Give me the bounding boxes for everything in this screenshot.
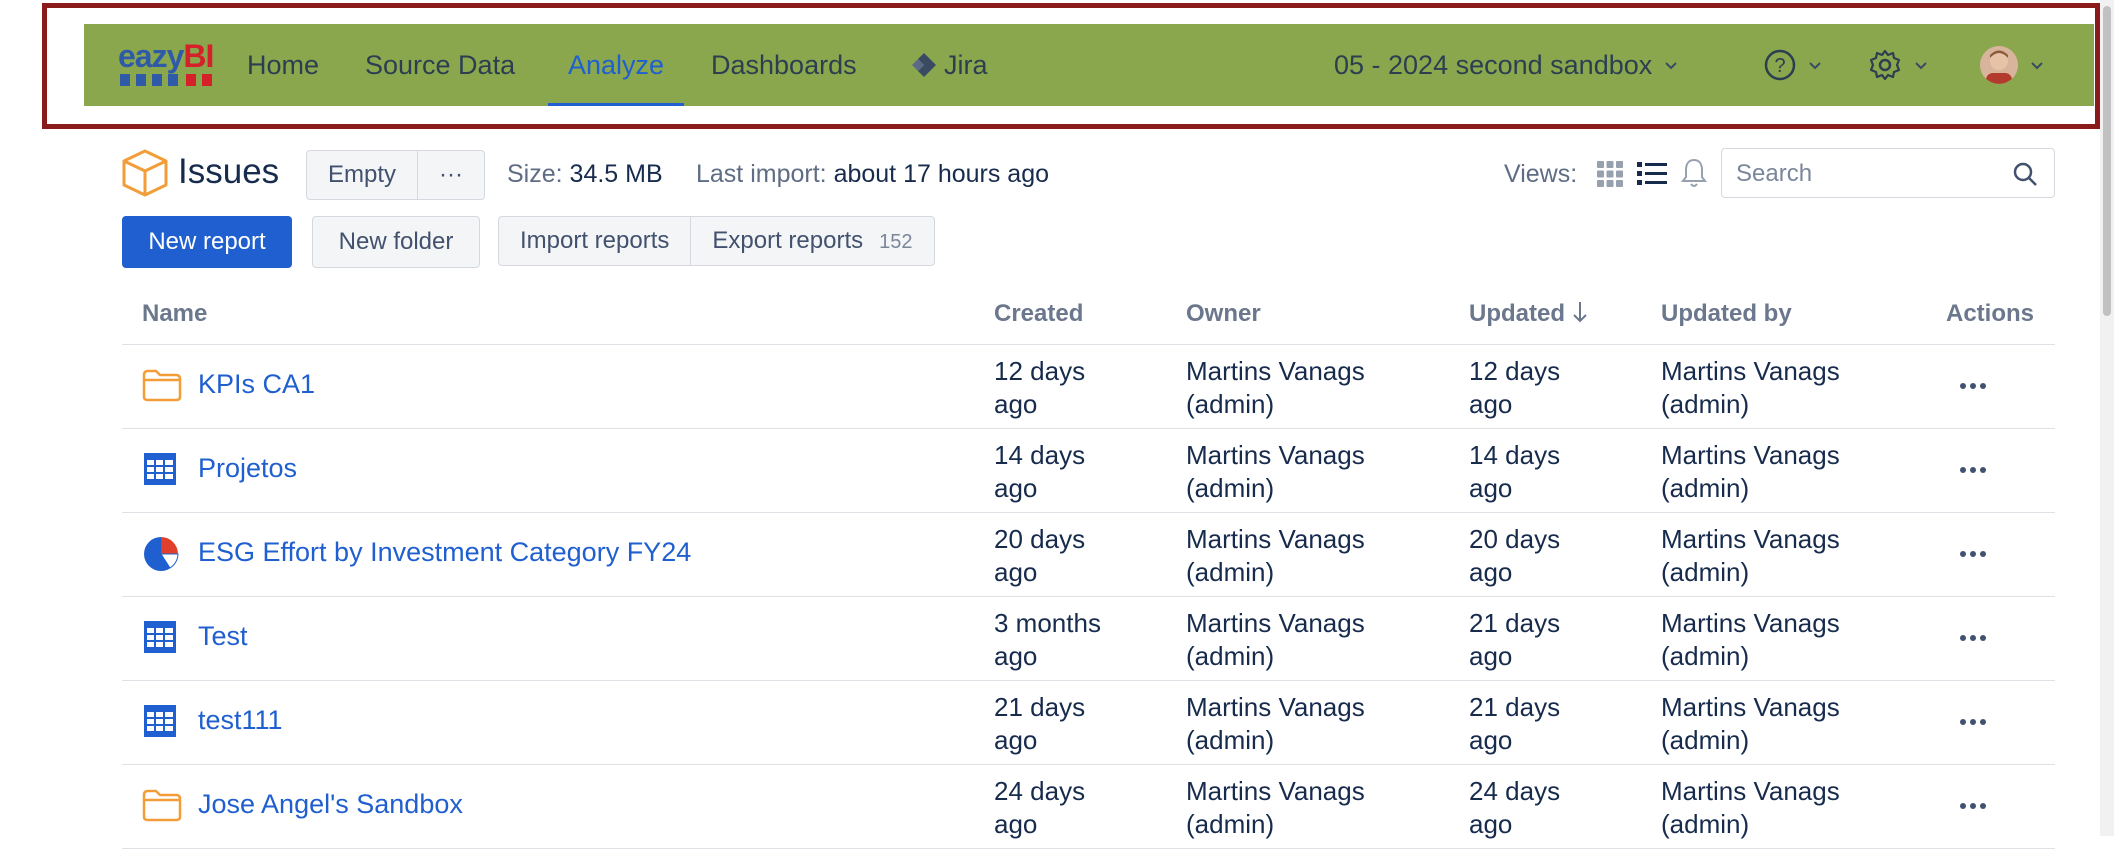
last-import-label: Last import: xyxy=(696,160,827,188)
size-label: Size: xyxy=(507,160,563,188)
owner-cell: Martins Vanags (admin) xyxy=(1186,608,1365,671)
table-report-icon xyxy=(144,621,176,653)
cube-size: Size: 34.5 MB xyxy=(507,160,663,189)
report-name-link[interactable]: Test xyxy=(198,621,248,652)
table-report-icon xyxy=(144,453,176,485)
ellipsis-icon xyxy=(1960,551,1986,557)
created-cell: 3 months ago xyxy=(994,608,1101,671)
updated-cell: 20 days ago xyxy=(1469,524,1561,587)
folder-icon xyxy=(142,369,182,402)
ellipsis-icon xyxy=(1960,467,1986,473)
row-actions-button[interactable] xyxy=(1960,621,1986,649)
updated-by-cell: Martins Vanags (admin) xyxy=(1661,440,1840,503)
row-actions-button[interactable] xyxy=(1960,453,1986,481)
column-header-owner[interactable]: Owner xyxy=(1186,300,1261,328)
report-name-link[interactable]: ESG Effort by Investment Category FY24 xyxy=(198,537,691,568)
ellipsis-icon xyxy=(1960,719,1986,725)
last-import-value: about 17 hours ago xyxy=(833,160,1050,188)
pie-chart-icon xyxy=(144,537,179,571)
search-box xyxy=(1721,148,2055,198)
table-report-icon xyxy=(144,705,176,737)
report-name-link[interactable]: Projetos xyxy=(198,453,297,484)
new-report-button[interactable]: New report xyxy=(122,216,292,268)
table-row: Projetos 14 days ago Martins Vanags (admin… xyxy=(122,429,2055,513)
created-cell: 20 days ago xyxy=(994,524,1086,587)
export-reports-button[interactable]: Export reports 152 xyxy=(690,217,933,265)
last-import: Last import: about 17 hours ago xyxy=(696,160,1049,189)
updated-cell: 21 days ago xyxy=(1469,608,1561,671)
page-title: Issues xyxy=(178,152,280,191)
more-options-button[interactable]: ··· xyxy=(417,151,484,199)
updated-by-cell: Martins Vanags (admin) xyxy=(1661,692,1840,755)
updated-label: Updated xyxy=(1469,300,1565,327)
updated-cell: 21 days ago xyxy=(1469,692,1561,755)
owner-cell: Martins Vanags (admin) xyxy=(1186,776,1365,839)
table-row: ESG Effort by Investment Category FY24 2… xyxy=(122,513,2055,597)
grid-view-icon[interactable] xyxy=(1596,160,1624,188)
updated-by-cell: Martins Vanags (admin) xyxy=(1661,524,1840,587)
table-header: Name Created Owner Updated Updated by Ac… xyxy=(122,292,2055,345)
updated-by-cell: Martins Vanags (admin) xyxy=(1661,608,1840,671)
row-actions-button[interactable] xyxy=(1960,705,1986,733)
search-icon[interactable] xyxy=(2012,161,2038,187)
cube-icon xyxy=(122,149,168,197)
import-export-group: Import reports Export reports 152 xyxy=(498,216,935,266)
bell-icon[interactable] xyxy=(1680,157,1708,189)
cube-state-group: Empty ··· xyxy=(306,150,485,200)
row-actions-button[interactable] xyxy=(1960,789,1986,817)
export-reports-label: Export reports xyxy=(712,227,864,254)
report-name-link[interactable]: test111 xyxy=(198,705,283,736)
table-row: KPIs CA1 12 days ago Martins Vanags (admin… xyxy=(122,345,2055,429)
report-name-link[interactable]: KPIs CA1 xyxy=(198,369,315,400)
updated-cell: 14 days ago xyxy=(1469,440,1561,503)
ellipsis-icon xyxy=(1960,383,1986,389)
ellipsis-icon xyxy=(1960,635,1986,641)
table-row: Jose Angel's Sandbox 24 days ago Martins … xyxy=(122,765,2055,849)
list-view-icon[interactable] xyxy=(1637,160,1667,188)
import-reports-button[interactable]: Import reports xyxy=(499,217,690,265)
table-row: test111 21 days ago Martins Vanags (admin)… xyxy=(122,681,2055,765)
table-row: Test 3 months ago Martins Vanags (admin) 2… xyxy=(122,597,2055,681)
reports-table: Name Created Owner Updated Updated by Ac… xyxy=(122,292,2055,849)
views-label: Views: xyxy=(1504,160,1578,188)
search-input[interactable] xyxy=(1734,157,2008,191)
size-value: 34.5 MB xyxy=(569,160,663,188)
owner-cell: Martins Vanags (admin) xyxy=(1186,356,1365,419)
updated-by-cell: Martins Vanags (admin) xyxy=(1661,356,1840,419)
empty-button[interactable]: Empty xyxy=(307,151,417,199)
created-cell: 12 days ago xyxy=(994,356,1086,419)
sort-descending-icon xyxy=(1572,302,1587,323)
updated-by-cell: Martins Vanags (admin) xyxy=(1661,776,1840,839)
updated-cell: 12 days ago xyxy=(1469,356,1561,419)
column-header-actions: Actions xyxy=(1946,300,2035,327)
created-cell: 14 days ago xyxy=(994,440,1086,503)
updated-cell: 24 days ago xyxy=(1469,776,1561,839)
column-header-created[interactable]: Created xyxy=(994,300,1083,328)
column-header-name[interactable]: Name xyxy=(142,300,207,328)
created-cell: 21 days ago xyxy=(994,692,1086,755)
ellipsis-icon xyxy=(1960,803,1986,809)
report-count-badge: 152 xyxy=(879,231,913,253)
scrollbar-thumb[interactable] xyxy=(2103,6,2111,316)
folder-icon xyxy=(142,789,182,822)
owner-cell: Martins Vanags (admin) xyxy=(1186,692,1365,755)
new-folder-button[interactable]: New folder xyxy=(312,216,480,268)
highlight-frame xyxy=(42,3,2100,129)
owner-cell: Martins Vanags (admin) xyxy=(1186,524,1365,587)
created-cell: 24 days ago xyxy=(994,776,1086,839)
column-header-updated[interactable]: Updated xyxy=(1469,300,1588,328)
report-name-link[interactable]: Jose Angel's Sandbox xyxy=(198,789,463,820)
column-header-updated-by[interactable]: Updated by xyxy=(1661,300,1792,328)
row-actions-button[interactable] xyxy=(1960,369,1986,397)
page-scrollbar[interactable] xyxy=(2100,0,2114,836)
owner-cell: Martins Vanags (admin) xyxy=(1186,440,1365,503)
row-actions-button[interactable] xyxy=(1960,537,1986,565)
